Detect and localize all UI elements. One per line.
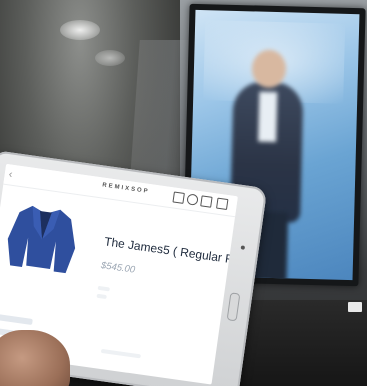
placeholder-line	[97, 285, 110, 292]
product-price: $545.00	[100, 260, 136, 276]
header-icons	[172, 191, 233, 211]
ceiling-light	[60, 20, 100, 40]
photo-scene: ‹ REMIXSOP The James5 ( Regular Fit ) $5…	[0, 0, 367, 386]
share-icon[interactable]	[172, 191, 185, 204]
placeholder-line	[96, 293, 107, 300]
display-model-shirt	[258, 91, 278, 143]
placeholder-line	[100, 348, 141, 359]
tag-icon[interactable]	[186, 193, 199, 206]
back-icon[interactable]: ‹	[8, 167, 22, 183]
cart-icon[interactable]	[216, 197, 229, 210]
camera-icon[interactable]	[200, 195, 213, 208]
product-image-jacket[interactable]	[2, 199, 83, 278]
ceiling-light	[95, 50, 125, 66]
brand-logo: REMIXSOP	[101, 182, 150, 196]
placeholder-bar	[0, 313, 33, 325]
wall-plate	[348, 302, 362, 312]
